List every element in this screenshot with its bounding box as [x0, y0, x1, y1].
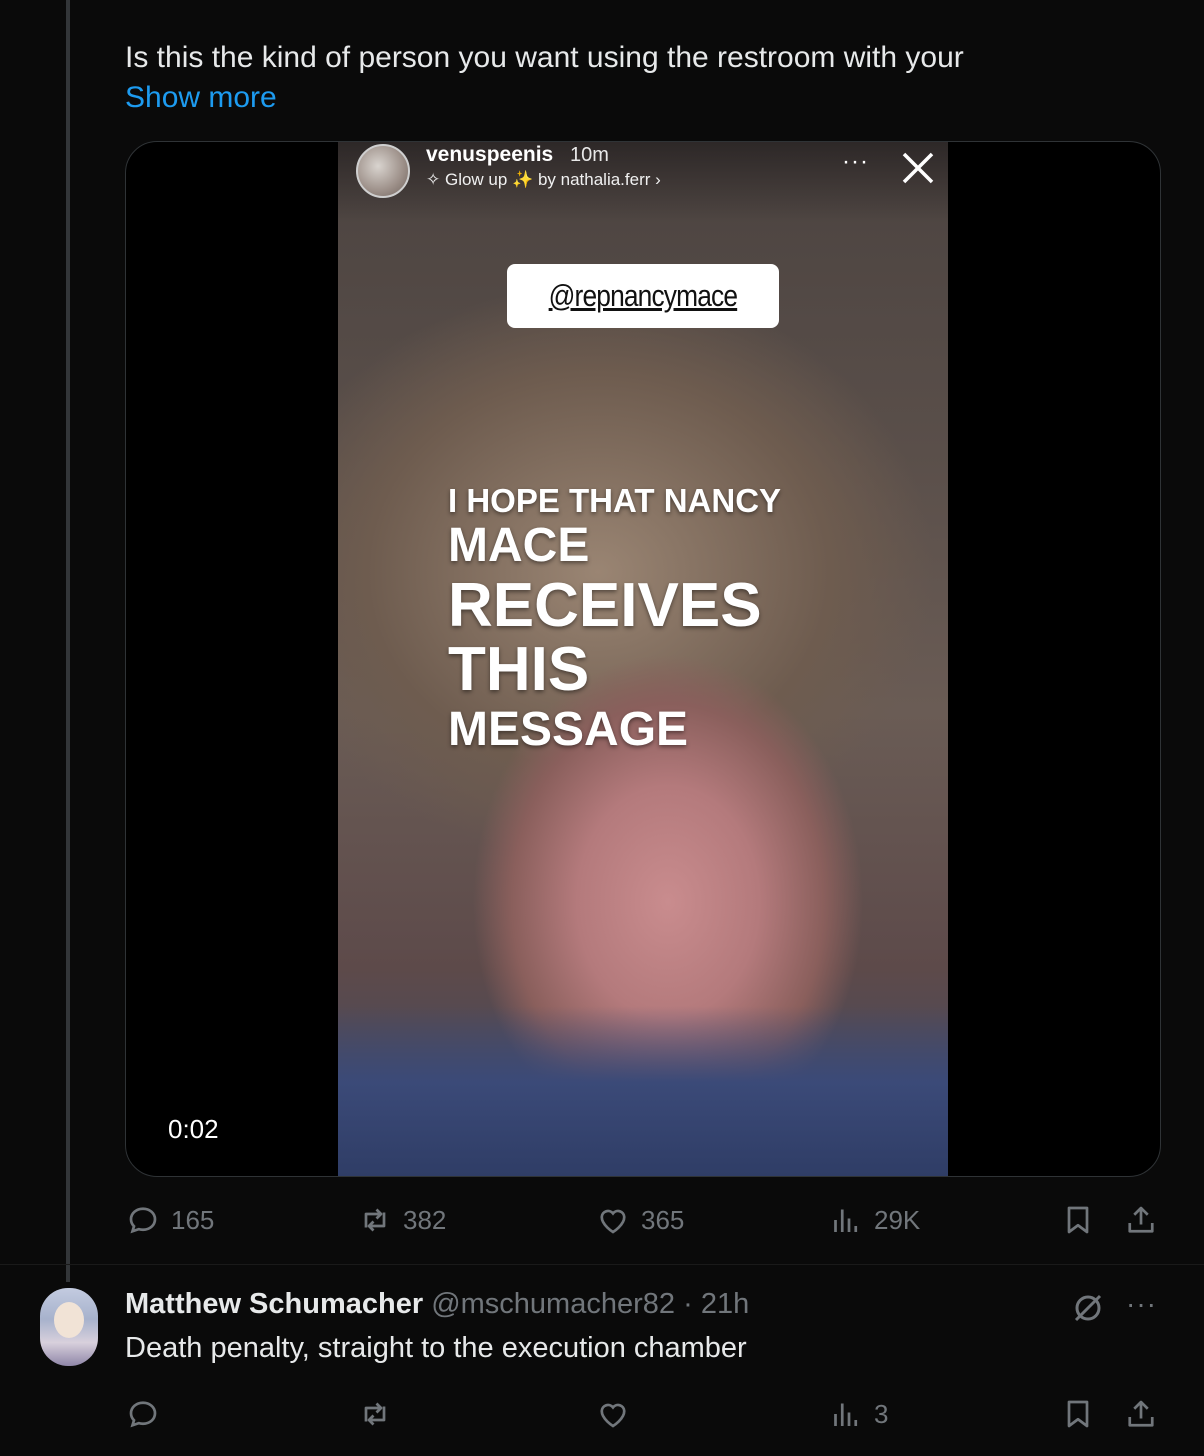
share-icon — [1128, 1206, 1154, 1233]
avatar[interactable] — [40, 1288, 98, 1366]
reply-count: 165 — [171, 1204, 215, 1235]
overlay-text-line: I HOPE THAT NANCY — [448, 482, 782, 519]
views-count: 3 — [874, 1398, 889, 1429]
show-more-link[interactable]: Show more — [125, 78, 277, 118]
reply-actions: 3 — [125, 1396, 1165, 1436]
reply-header: Matthew Schumacher @mschumacher82 · 21h — [125, 1288, 749, 1321]
like-button[interactable]: 365 — [595, 1202, 684, 1238]
story-username: venuspeenis — [426, 143, 554, 166]
repost-count: 382 — [403, 1204, 447, 1235]
reply-text: Death penalty, straight to the execution… — [125, 1332, 747, 1364]
reply-icon — [129, 1401, 157, 1428]
video-frame[interactable]: venuspeenis 10m ✧ Glow up ✨ by nathalia.… — [338, 142, 948, 1176]
video-shirt-area — [338, 1006, 948, 1176]
video-timestamp: 0:02 — [168, 1114, 219, 1144]
more-icon[interactable]: ··· — [1126, 1288, 1157, 1320]
overlay-text-line: MESSAGE — [448, 703, 689, 756]
mention-tag: @repnancymace — [507, 264, 779, 328]
tweet-divider — [0, 1264, 1204, 1265]
repost-button[interactable] — [357, 1396, 403, 1432]
reply-author-handle[interactable]: @mschumacher82 — [431, 1288, 675, 1320]
reply-separator: · — [683, 1288, 693, 1320]
close-icon — [902, 152, 934, 184]
bookmark-button[interactable] — [1060, 1396, 1096, 1432]
views-icon — [834, 1209, 858, 1232]
like-button[interactable] — [595, 1396, 641, 1432]
story-time: 10m — [570, 144, 609, 166]
views-button[interactable]: 29K — [828, 1202, 920, 1238]
story-subtitle: ✧ Glow up ✨ by nathalia.ferr › — [426, 170, 661, 189]
views-button[interactable]: 3 — [828, 1396, 888, 1432]
repost-button[interactable]: 382 — [357, 1202, 446, 1238]
story-avatar — [356, 144, 410, 198]
bookmark-icon — [1067, 1206, 1089, 1234]
mention-tag-text: @repnancymace — [548, 278, 738, 313]
story-more-icon: ··· — [842, 148, 869, 175]
share-button[interactable] — [1123, 1396, 1159, 1432]
reply-icon — [129, 1207, 157, 1234]
share-icon — [1128, 1400, 1154, 1427]
reply-time[interactable]: 21h — [701, 1288, 749, 1320]
repost-icon — [364, 1402, 386, 1426]
like-icon — [600, 1403, 626, 1428]
like-icon — [600, 1209, 626, 1234]
repost-icon — [364, 1208, 386, 1232]
reply-author-name[interactable]: Matthew Schumacher — [125, 1288, 423, 1320]
overlay-text-line: MACE — [448, 519, 590, 572]
bookmark-icon — [1067, 1400, 1089, 1428]
tweet-actions: 165 382 365 29K — [125, 1202, 1165, 1242]
views-count: 29K — [874, 1204, 921, 1235]
thread-line — [66, 0, 70, 1282]
reply-button[interactable]: 165 — [125, 1202, 214, 1238]
tweet-text: Is this the kind of person you want usin… — [125, 41, 964, 74]
reply-button[interactable] — [125, 1396, 171, 1432]
video-player[interactable]: venuspeenis 10m ✧ Glow up ✨ by nathalia.… — [125, 141, 1161, 1177]
views-icon — [834, 1403, 858, 1426]
like-count: 365 — [641, 1204, 685, 1235]
bookmark-button[interactable] — [1060, 1202, 1096, 1238]
overlay-text-line: THIS — [448, 635, 590, 704]
share-button[interactable] — [1123, 1202, 1159, 1238]
overlay-text-line: RECEIVES — [448, 571, 762, 640]
grok-icon[interactable] — [1070, 1290, 1106, 1326]
